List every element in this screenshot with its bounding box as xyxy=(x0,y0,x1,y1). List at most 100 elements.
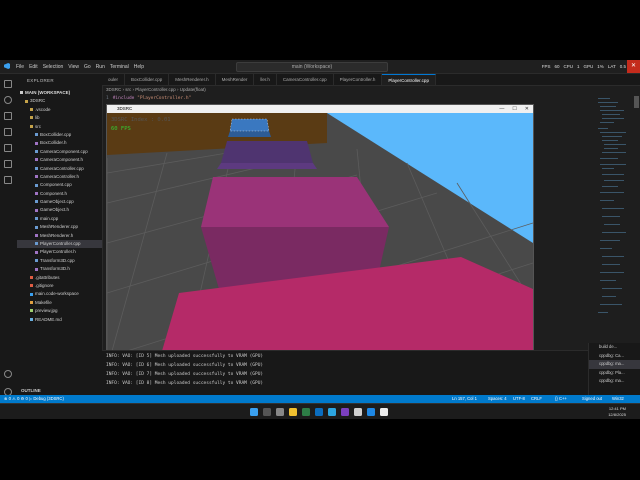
tree-file[interactable]: README.md xyxy=(17,316,102,324)
menu-view[interactable]: View xyxy=(68,64,79,70)
editor-tab[interactable]: PlayerController.h xyxy=(334,74,383,85)
search-icon[interactable] xyxy=(4,96,12,104)
clock[interactable]: 12:41 PM 12/8/2025 xyxy=(608,406,626,418)
blue-box xyxy=(230,119,269,131)
terminal-session[interactable]: cppdbg: Pla... xyxy=(589,369,640,378)
tree-file[interactable]: preview.jpg xyxy=(17,307,102,315)
gpu-value: 1% xyxy=(597,64,604,69)
tree-folder[interactable]: .vscode xyxy=(17,106,102,114)
editor-tab[interactable]: MeshRender xyxy=(216,74,255,85)
status-position[interactable]: Ln 157, Col 1 xyxy=(452,396,477,401)
minimap[interactable] xyxy=(596,96,632,326)
editor-tab[interactable]: PlayerController.cpp xyxy=(382,74,436,85)
terminal-session[interactable]: cppdbg: ma... xyxy=(589,377,640,386)
testing-icon[interactable] xyxy=(4,176,12,184)
menu-edit[interactable]: Edit xyxy=(29,64,38,70)
tree-folder[interactable]: MAIN (WORKSPACE) xyxy=(17,89,102,97)
editor-tab[interactable]: ller.h xyxy=(254,74,277,85)
tree-file[interactable]: main.cpp xyxy=(17,215,102,223)
editor-tab[interactable]: BoxCollider.cpp xyxy=(125,74,170,85)
game-window[interactable]: 3DSRC — ☐ ✕ 3DSRC Index: 0.01 60 FPS xyxy=(106,104,534,352)
editor-scrollbar[interactable] xyxy=(634,96,639,108)
tree-file[interactable]: PlayerController.cpp xyxy=(17,240,102,249)
tree-file[interactable]: MeshRenderer.h xyxy=(17,232,102,240)
fps-label: FPS xyxy=(541,64,551,69)
status-language[interactable]: {} C++ xyxy=(555,396,567,401)
terminal-session[interactable]: cppdbg: Ca... xyxy=(589,352,640,361)
browser-icon[interactable] xyxy=(302,408,310,416)
account-icon[interactable] xyxy=(4,370,12,378)
tree-folder[interactable]: 3DSRC xyxy=(17,97,102,105)
status-signed-out[interactable]: Signed out xyxy=(582,396,602,401)
maximize-button[interactable]: ☐ xyxy=(512,105,516,113)
breadcrumb[interactable]: 3DSRC › src › PlayerController.cpp › Upd… xyxy=(106,87,206,92)
tree-file[interactable]: Component.h xyxy=(17,190,102,198)
extensions-icon[interactable] xyxy=(4,144,12,152)
game-window-titlebar[interactable]: 3DSRC — ☐ ✕ xyxy=(107,105,533,113)
game-window-taskbar-icon[interactable] xyxy=(380,408,388,416)
edge-icon[interactable] xyxy=(315,408,323,416)
game-window-title: 3DSRC xyxy=(117,106,133,111)
minimize-button[interactable]: — xyxy=(499,105,504,113)
tree-file[interactable]: BoxCollider.h xyxy=(17,139,102,147)
task-view-icon[interactable] xyxy=(276,408,284,416)
status-problems[interactable]: ⊗ 0 ⚠ 0 ⚙ 0 ▷ Debug (3DSRC) xyxy=(4,396,64,401)
source-control-icon[interactable] xyxy=(4,112,12,120)
status-eol[interactable]: CRLF xyxy=(531,396,542,401)
menu-selection[interactable]: Selection xyxy=(43,64,64,70)
start-icon[interactable] xyxy=(250,408,258,416)
editor-tab[interactable]: MeshRenderer.h xyxy=(169,74,216,85)
app-icon[interactable] xyxy=(354,408,362,416)
menu-terminal[interactable]: Terminal xyxy=(110,64,129,70)
tree-file[interactable]: .gitignore xyxy=(17,282,102,290)
tree-label: CameraComponent.cpp xyxy=(40,148,88,154)
overlay-fps: 60 FPS xyxy=(111,126,131,132)
tree-file[interactable]: MeshRenderer.cpp xyxy=(17,223,102,231)
status-encoding[interactable]: UTF-8 xyxy=(513,396,525,401)
tree-file[interactable]: main.code-workspace xyxy=(17,290,102,298)
menu-file[interactable]: File xyxy=(16,64,24,70)
tree-file[interactable]: CameraController.cpp xyxy=(17,165,102,173)
run-debug-icon[interactable] xyxy=(4,128,12,136)
vscode-taskbar-icon[interactable] xyxy=(367,408,375,416)
editor-tab[interactable]: CameraController.cpp xyxy=(277,74,334,85)
terminal-session[interactable]: build de... xyxy=(589,343,640,352)
search-taskbar-icon[interactable] xyxy=(263,408,271,416)
tree-file[interactable]: Component.cpp xyxy=(17,181,102,189)
tree-file[interactable]: PlayerController.h xyxy=(17,248,102,256)
menu-help[interactable]: Help xyxy=(134,64,144,70)
tree-file[interactable]: GameObject.h xyxy=(17,206,102,214)
editor-tab[interactable]: ouler xyxy=(102,74,126,85)
menu-go[interactable]: Go xyxy=(84,64,91,70)
status-platform[interactable]: Win32 xyxy=(612,396,624,401)
explorer-taskbar-icon[interactable] xyxy=(289,408,297,416)
tree-file[interactable]: GameObject.cpp xyxy=(17,198,102,206)
tree-folder[interactable]: lib xyxy=(17,114,102,122)
tree-label: Transform3D.h xyxy=(40,266,70,272)
tree-file[interactable]: BoxCollider.cpp xyxy=(17,131,102,139)
tree-label: CameraController.h xyxy=(40,173,80,179)
tree-file[interactable]: CameraComponent.h xyxy=(17,156,102,164)
menu-run[interactable]: Run xyxy=(96,64,105,70)
tree-file[interactable]: Transform3D.cpp xyxy=(17,257,102,265)
tree-file[interactable]: Transform3D.h xyxy=(17,265,102,273)
terminal-taskbar-icon[interactable] xyxy=(328,408,336,416)
outline-section[interactable]: OUTLINE xyxy=(17,388,102,393)
status-spaces[interactable]: Spaces: 4 xyxy=(488,396,507,401)
explorer-icon[interactable] xyxy=(4,80,12,88)
close-button[interactable]: ✕ xyxy=(525,105,529,113)
terminal-session[interactable]: cppdbg: ma... xyxy=(589,360,640,369)
command-center[interactable]: main (Workspace) xyxy=(236,62,388,72)
tree-file[interactable]: Makefile xyxy=(17,299,102,307)
game-viewport[interactable] xyxy=(107,113,533,351)
tree-folder[interactable]: src xyxy=(17,123,102,131)
remote-explorer-icon[interactable] xyxy=(4,160,12,168)
tree-file[interactable]: CameraController.h xyxy=(17,173,102,181)
file-icon xyxy=(35,267,38,271)
tree-file[interactable]: .gitattributes xyxy=(17,274,102,282)
taskbar: 12:41 PM 12/8/2025 xyxy=(0,403,640,419)
tree-file[interactable]: CameraComponent.cpp xyxy=(17,148,102,156)
close-window-button[interactable]: ✕ xyxy=(627,60,640,73)
visual-studio-icon[interactable] xyxy=(341,408,349,416)
blue-box-side xyxy=(228,131,271,137)
